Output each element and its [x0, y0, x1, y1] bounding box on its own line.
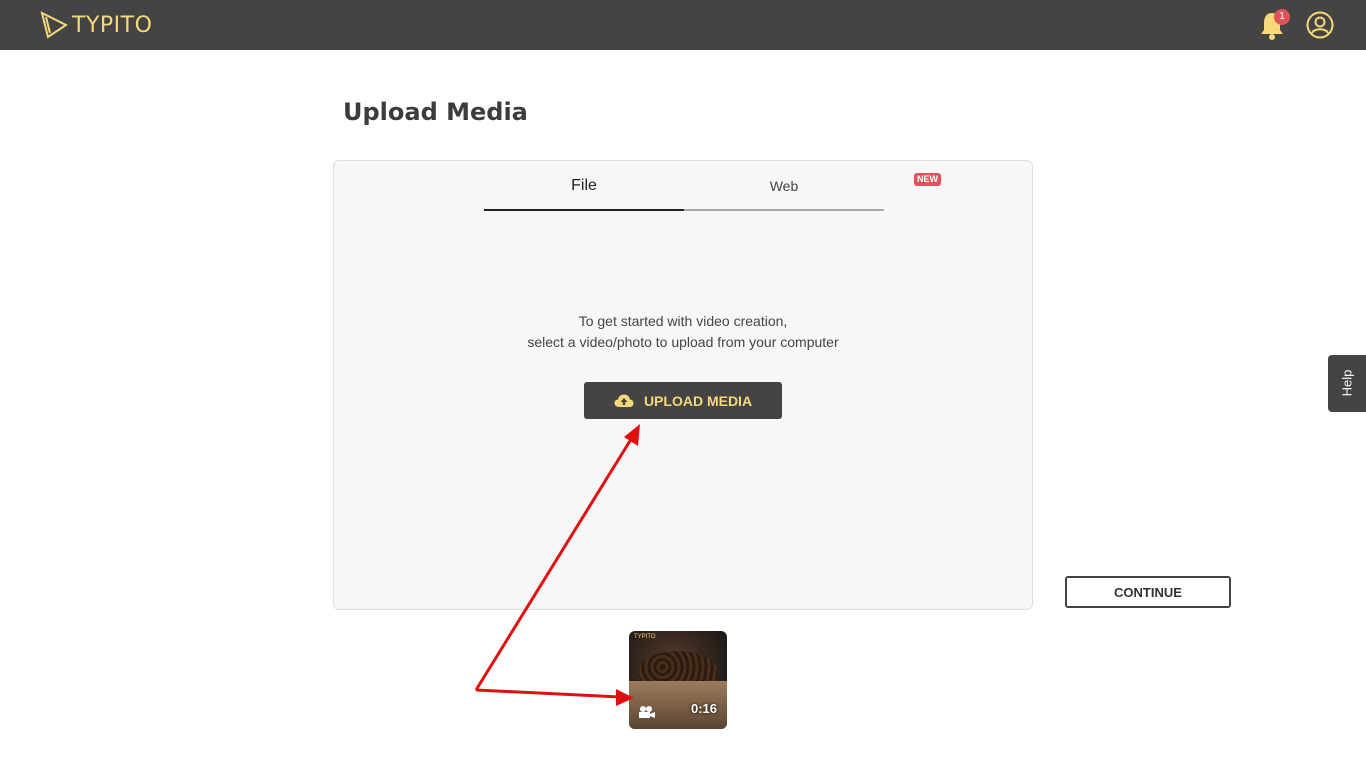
- cloud-upload-icon: [614, 394, 634, 407]
- media-thumbnail[interactable]: TYPITO 0:16: [629, 631, 727, 729]
- help-tab[interactable]: Help: [1328, 355, 1366, 412]
- user-account-icon[interactable]: [1306, 11, 1334, 39]
- logo-text: TYPITO: [72, 12, 153, 38]
- instructions-line-2: select a video/photo to upload from your…: [527, 334, 839, 350]
- upload-media-label: UPLOAD MEDIA: [643, 392, 753, 409]
- help-label: Help: [1339, 369, 1355, 397]
- tab-web[interactable]: Web NEW: [684, 173, 941, 211]
- upload-panel: File Web NEW To get started with video c…: [333, 160, 1033, 610]
- notification-count-badge: 1: [1274, 9, 1290, 25]
- new-badge: NEW: [914, 173, 941, 186]
- instructions-line-1: To get started with video creation,: [578, 313, 788, 329]
- annotation-arrow-to-thumbnail: [475, 688, 621, 699]
- page-title: Upload Media: [343, 98, 528, 126]
- tab-file-label: File: [571, 177, 597, 194]
- video-camera-icon: [639, 706, 655, 718]
- top-navigation-bar: TYPITO 1: [0, 0, 1366, 50]
- source-tabs: File Web NEW: [484, 173, 941, 211]
- typito-logo[interactable]: TYPITO: [40, 10, 152, 40]
- typito-logo-icon: [40, 11, 68, 39]
- continue-button[interactable]: CONTINUE: [1065, 576, 1231, 608]
- video-duration: 0:16: [690, 701, 717, 716]
- tab-file[interactable]: File: [484, 173, 684, 211]
- thumbnail-watermark: TYPITO: [634, 634, 656, 640]
- tab-web-label: Web: [769, 178, 799, 194]
- upload-media-button[interactable]: UPLOAD MEDIA: [584, 382, 782, 419]
- upload-instructions: To get started with video creation, sele…: [334, 311, 1032, 353]
